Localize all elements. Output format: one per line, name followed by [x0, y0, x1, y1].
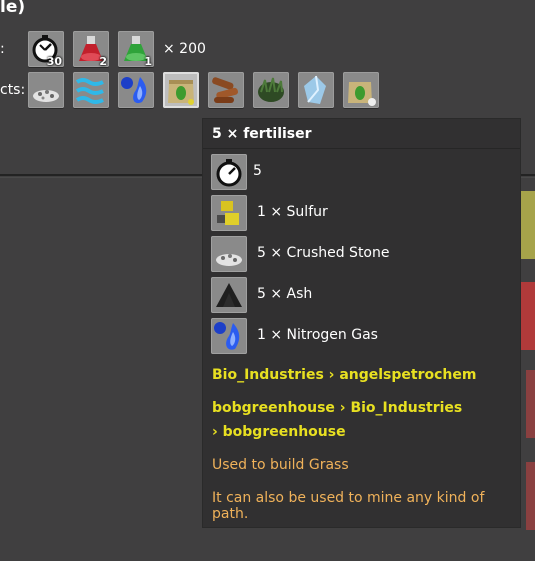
slot-count: 2 — [99, 55, 107, 68]
item-description: Used to build Grass — [212, 457, 349, 473]
fertiliser-bag-icon — [348, 82, 376, 106]
product-slot-grass[interactable] — [253, 72, 289, 108]
ingredient-slot — [211, 195, 247, 231]
product-slot-nitrogen-gas[interactable] — [118, 72, 154, 108]
ingredients-label: : — [0, 41, 5, 57]
craft-time: 5 — [253, 163, 262, 179]
grass-icon — [258, 77, 284, 102]
water-icon — [75, 78, 104, 104]
nitrogen-gas-icon — [121, 77, 147, 104]
product-slot-wood[interactable] — [208, 72, 244, 108]
stopwatch-slot[interactable]: 30 — [28, 31, 64, 68]
item-description: It can also be used to mine any kind of … — [212, 490, 485, 522]
ingredient-row: 1 × Nitrogen Gas — [211, 318, 511, 354]
recipe-title: le) — [0, 0, 26, 17]
ingredient-label: 1 × Sulfur — [257, 204, 328, 220]
products-label: cts: — [0, 82, 26, 98]
machine-panel-edge — [526, 370, 535, 438]
fertiliser-icon — [168, 80, 194, 105]
ingredient-slot — [211, 236, 247, 272]
fluid-crystal-icon — [304, 75, 326, 104]
red-science-slot[interactable]: 2 — [73, 31, 109, 68]
slot-count: 30 — [46, 55, 62, 68]
ingredient-row: 5 × Ash — [211, 277, 511, 313]
time-slot — [211, 154, 247, 190]
crushed-stone-icon — [216, 254, 242, 266]
product-slot-fertiliser-bag[interactable] — [343, 72, 379, 108]
stopwatch-icon — [216, 159, 242, 187]
tooltip-time-row: 5 — [211, 154, 511, 190]
nitrogen-gas-icon — [214, 322, 240, 350]
craft-multiplier: × 200 — [163, 41, 206, 57]
tooltip-title: 5 × fertiliser — [212, 126, 312, 142]
recipe-tooltip: 5 × fertiliser 5 1 × Sulfur 5 × Crushed … — [203, 119, 520, 527]
ingredient-label: 5 × Crushed Stone — [257, 245, 390, 261]
product-slot-water[interactable] — [73, 72, 109, 108]
mod-source-line: bobgreenhouse › Bio_Industries — [212, 400, 463, 416]
mod-source-line: Bio_Industries › angelspetrochem — [212, 367, 477, 383]
green-science-slot[interactable]: 1 — [118, 31, 154, 68]
product-slot-crystal[interactable] — [298, 72, 334, 108]
product-slot-fertiliser[interactable] — [163, 72, 199, 108]
ingredient-label: 1 × Nitrogen Gas — [257, 327, 378, 343]
ingredient-slot — [211, 318, 247, 354]
wood-logs-icon — [212, 77, 238, 103]
tooltip-header-divider — [203, 148, 520, 149]
product-slot-crushed-stone[interactable] — [28, 72, 64, 108]
mod-source-line: › bobgreenhouse — [212, 424, 346, 440]
ingredient-row: 1 × Sulfur — [211, 195, 511, 231]
ash-icon — [216, 283, 242, 307]
ingredient-row: 5 × Crushed Stone — [211, 236, 511, 272]
sulfur-icon — [217, 201, 239, 225]
crushed-stone-icon — [33, 90, 59, 102]
machine-panel-edge — [526, 462, 535, 530]
ingredient-slot — [211, 277, 247, 313]
slot-count: 1 — [144, 55, 152, 68]
ingredient-label: 5 × Ash — [257, 286, 313, 302]
